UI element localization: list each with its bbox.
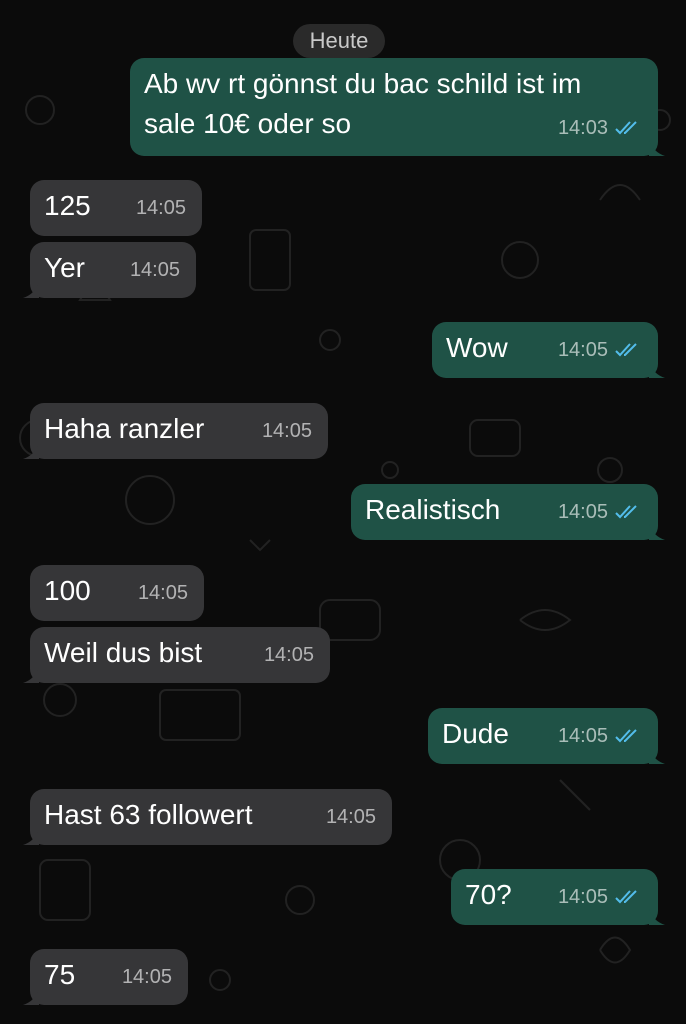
bubble-tail <box>23 282 39 298</box>
message-meta: 14:05 <box>558 492 642 532</box>
read-receipt-icon <box>615 890 637 904</box>
message-outgoing[interactable]: Ab wv rt gönnst du bac schild ist im sal… <box>130 58 665 156</box>
message-time: 14:05 <box>129 259 180 281</box>
message-time: 14:05 <box>263 644 314 666</box>
message-incoming[interactable]: Haha ranzler 14:05 <box>23 403 328 459</box>
message-time: 14:05 <box>135 197 186 219</box>
message-time: 14:05 <box>261 420 312 442</box>
bubble-tail <box>23 667 39 683</box>
read-receipt-icon <box>615 505 637 519</box>
read-receipt-icon <box>615 729 637 743</box>
read-receipt-icon <box>615 121 637 135</box>
read-receipt-icon <box>615 343 637 357</box>
message-incoming[interactable]: 100 14:05 <box>30 565 204 621</box>
message-outgoing[interactable]: 70? 14:05 <box>451 869 665 925</box>
bubble-tail <box>23 443 39 459</box>
message-meta: 14:05 <box>136 188 186 228</box>
message-time: 14:05 <box>557 886 608 908</box>
message-meta: 14:05 <box>558 330 642 370</box>
message-meta: 14:05 <box>262 411 312 451</box>
message-time: 14:05 <box>121 966 172 988</box>
bubble-tail <box>23 989 39 1005</box>
message-time: 14:03 <box>557 117 608 139</box>
message-meta: 14:05 <box>558 877 642 917</box>
bubble-tail <box>23 829 39 845</box>
message-incoming[interactable]: Weil dus bist 14:05 <box>23 627 330 683</box>
message-time: 14:05 <box>137 582 188 604</box>
message-meta: 14:03 <box>558 108 642 148</box>
message-meta: 14:05 <box>138 573 188 613</box>
message-meta: 14:05 <box>264 635 314 675</box>
bubble-tail <box>649 362 665 378</box>
message-outgoing[interactable]: Realistisch 14:05 <box>351 484 665 540</box>
message-outgoing[interactable]: Wow 14:05 <box>432 322 665 378</box>
bubble-tail <box>649 748 665 764</box>
bubble-tail <box>649 524 665 540</box>
bubble-tail <box>649 140 665 156</box>
date-separator: Heute <box>293 24 385 58</box>
message-outgoing[interactable]: Dude 14:05 <box>428 708 665 764</box>
message-incoming[interactable]: Yer 14:05 <box>23 242 196 298</box>
message-meta: 14:05 <box>558 716 642 756</box>
message-meta: 14:05 <box>326 797 376 837</box>
message-meta: 14:05 <box>130 250 180 290</box>
bubble-tail <box>649 909 665 925</box>
message-incoming[interactable]: Hast 63 followert 14:05 <box>23 789 392 845</box>
message-incoming[interactable]: 75 14:05 <box>23 949 188 1005</box>
message-time: 14:05 <box>557 339 608 361</box>
message-meta: 14:05 <box>122 957 172 997</box>
message-time: 14:05 <box>557 725 608 747</box>
message-time: 14:05 <box>325 806 376 828</box>
message-time: 14:05 <box>557 501 608 523</box>
message-incoming[interactable]: 125 14:05 <box>30 180 202 236</box>
